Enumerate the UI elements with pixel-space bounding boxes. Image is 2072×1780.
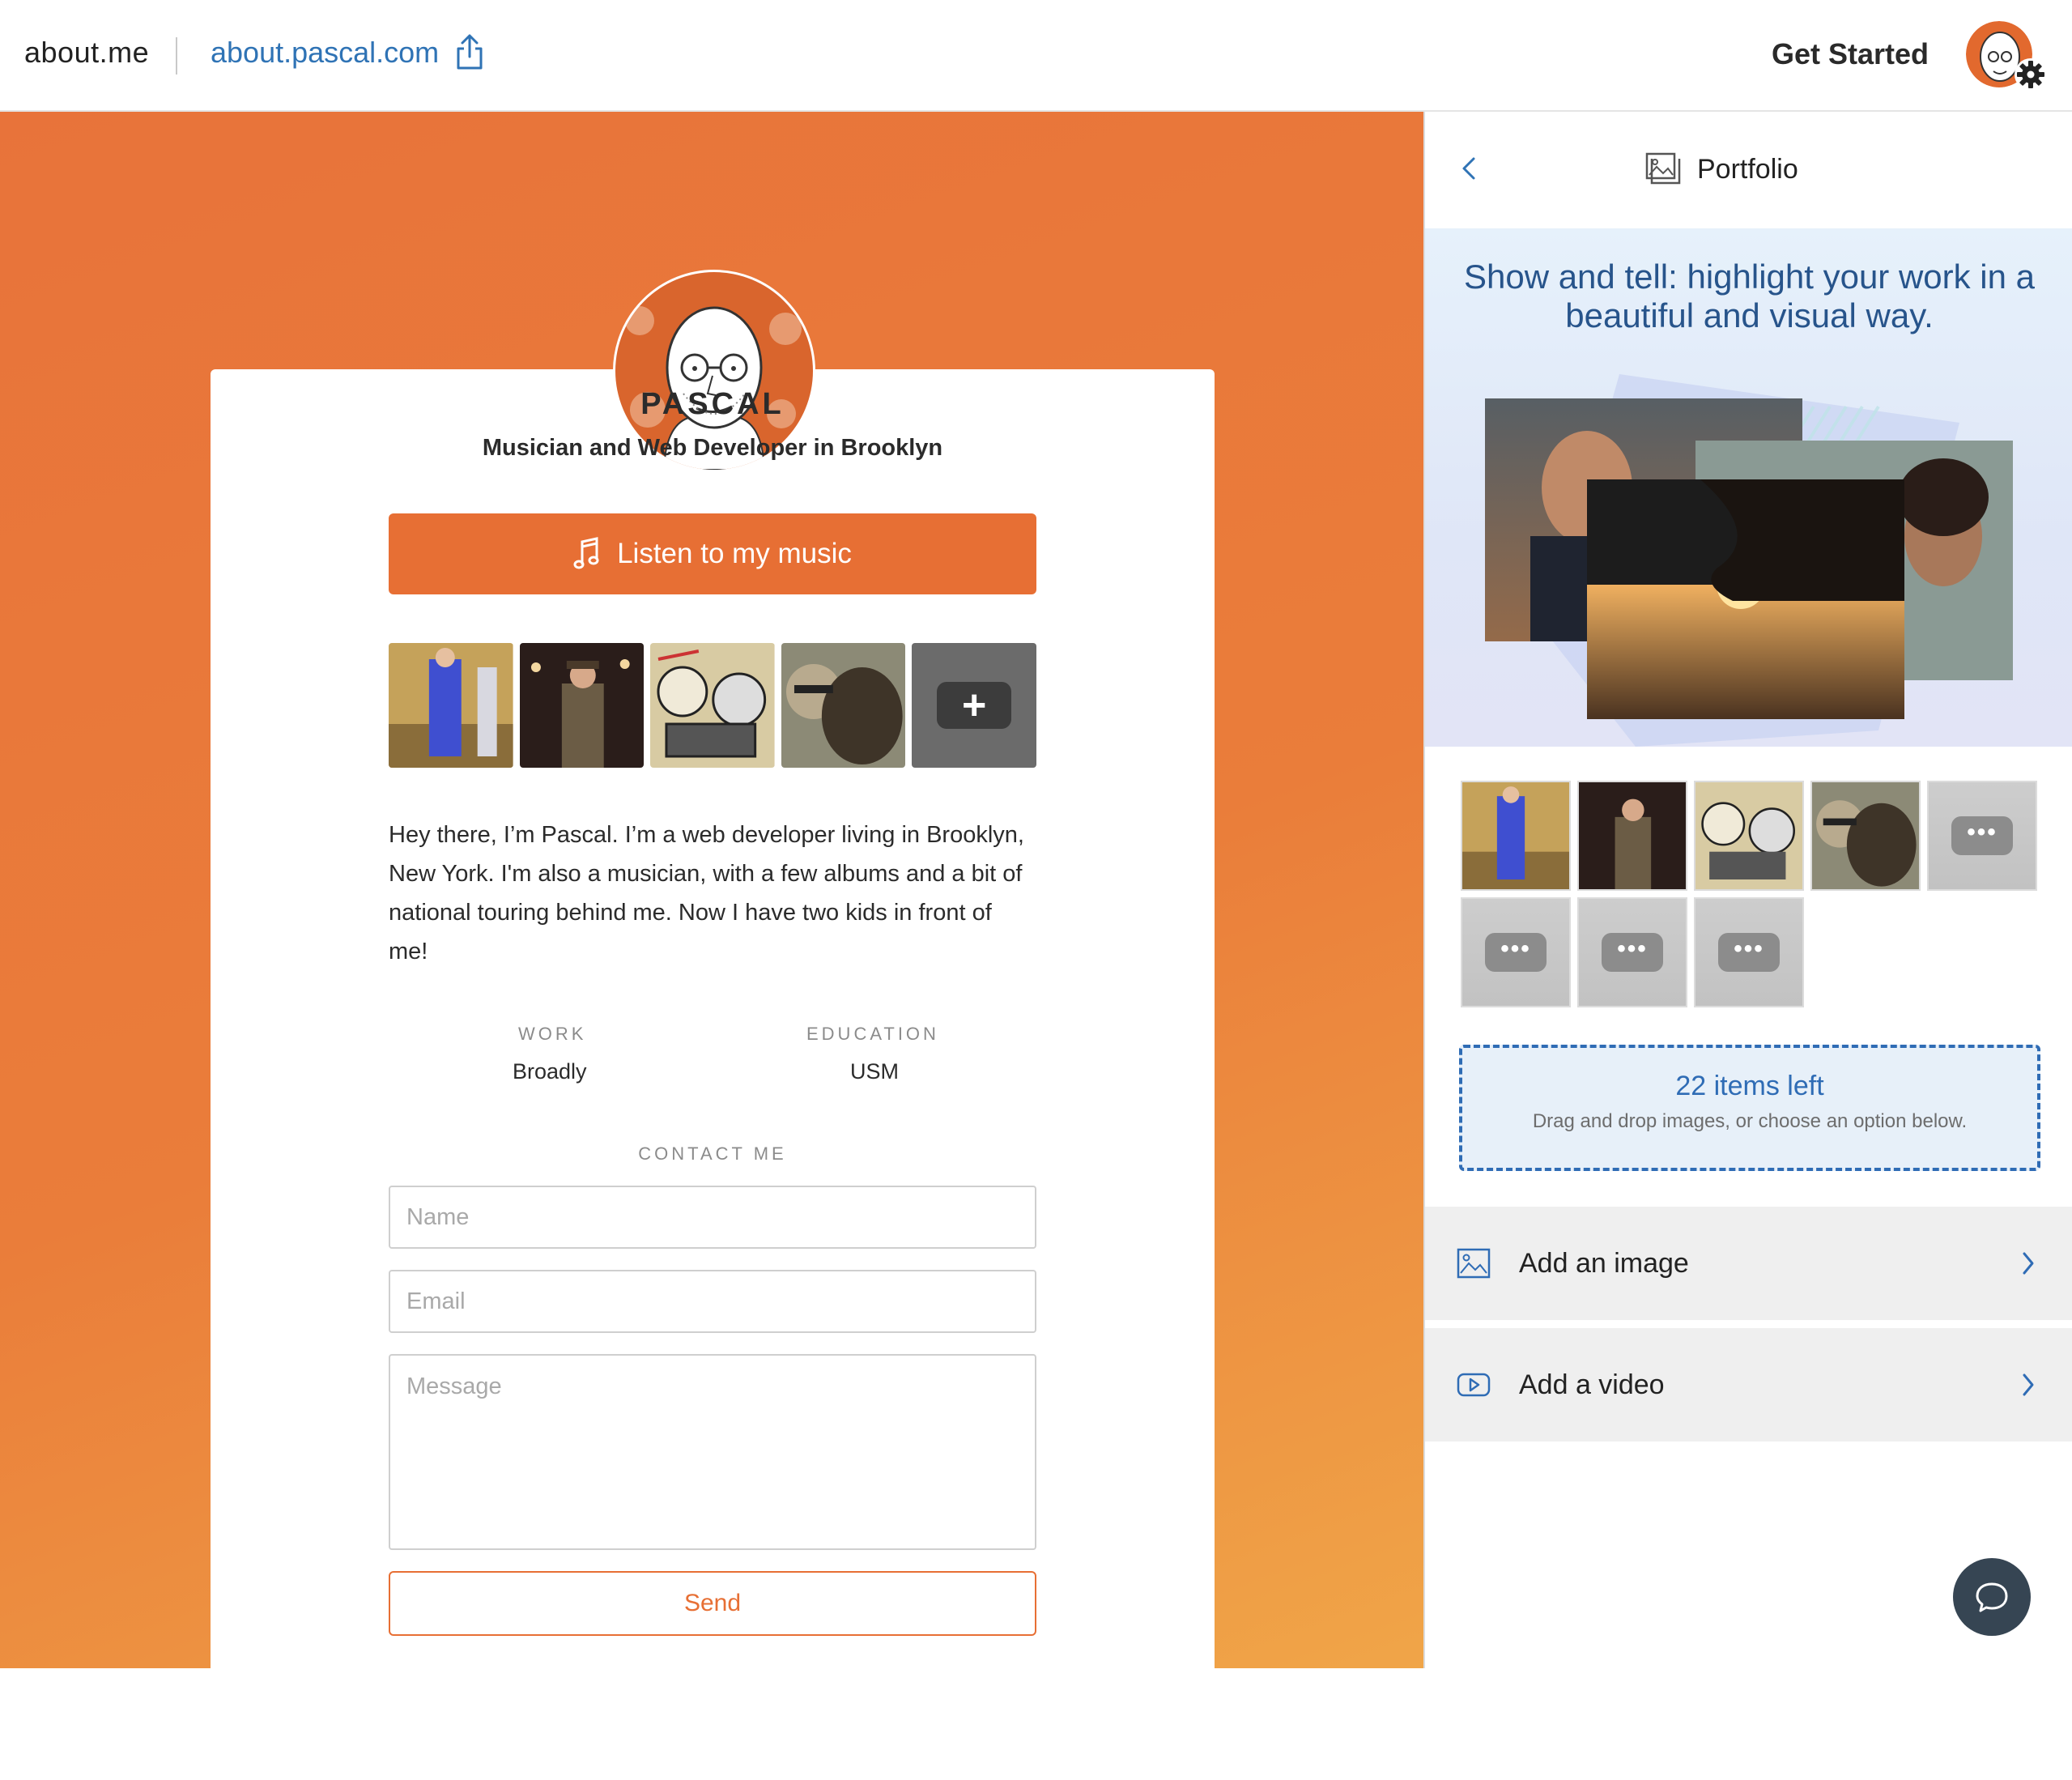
portfolio-placeholder-thumb[interactable]: ••• <box>1927 781 2037 891</box>
chevron-right-icon <box>2023 1373 2034 1396</box>
portfolio-placeholder-thumb[interactable]: ••• <box>1694 897 1804 1007</box>
add-video-label: Add a video <box>1519 1369 1665 1400</box>
education-value: USM <box>850 1059 899 1084</box>
share-icon[interactable] <box>453 32 486 71</box>
education-label: EDUCATION <box>806 1024 939 1044</box>
portfolio-placeholder-thumb[interactable]: ••• <box>1461 897 1571 1007</box>
portfolio-grid-thumb[interactable] <box>1461 781 1571 891</box>
chat-bubble-icon <box>1976 1582 2008 1612</box>
work-label: WORK <box>518 1024 587 1044</box>
profile-tagline: Musician and Web Developer in Brooklyn <box>482 435 943 461</box>
listen-music-label: Listen to my music <box>617 538 852 569</box>
drop-zone[interactable]: 22 items left Drag and drop images, or c… <box>1459 1045 2040 1171</box>
more-icon: ••• <box>1951 816 2013 855</box>
email-field[interactable] <box>389 1270 1036 1333</box>
music-note-icon <box>573 537 599 569</box>
more-icon: ••• <box>1602 933 1663 972</box>
drop-hint: Drag and drop images, or choose an optio… <box>1532 1110 1968 1132</box>
portfolio-strip: + <box>389 643 1036 768</box>
portfolio-grid-thumb[interactable] <box>1810 781 1921 891</box>
more-icon: ••• <box>1718 933 1780 972</box>
send-button[interactable]: Send <box>389 1571 1036 1636</box>
items-left-count: 22 items left <box>1675 1071 1824 1101</box>
image-icon <box>1457 1248 1491 1279</box>
portfolio-thumb[interactable] <box>519 643 645 768</box>
top-bar: about.me about.pascal.com Get Started <box>0 0 2072 112</box>
back-chevron-icon[interactable] <box>1457 152 1480 185</box>
profile-name: PASCAL <box>640 387 785 421</box>
listen-music-button[interactable]: Listen to my music <box>389 513 1036 594</box>
profile-bio: Hey there, I’m Pascal. I’m a web develop… <box>389 822 1024 965</box>
add-video-option[interactable]: Add a video <box>1425 1328 2072 1441</box>
divider <box>176 37 177 75</box>
hero-illustration <box>1485 374 2013 747</box>
plus-icon: + <box>937 682 1012 729</box>
message-field[interactable] <box>389 1354 1036 1550</box>
panel-header: Portfolio <box>1425 112 2072 228</box>
chevron-right-icon <box>2023 1252 2034 1275</box>
contact-label: CONTACT ME <box>638 1143 787 1164</box>
chat-support-button[interactable] <box>1953 1558 2031 1636</box>
portfolio-thumb[interactable] <box>650 643 775 768</box>
more-icon: ••• <box>1485 933 1547 972</box>
panel-title: Portfolio <box>1697 154 1798 185</box>
site-url-link[interactable]: about.pascal.com <box>211 36 439 70</box>
portfolio-grid-thumb[interactable] <box>1694 781 1804 891</box>
get-started-button[interactable]: Get Started <box>1772 37 1929 71</box>
name-field[interactable] <box>389 1186 1036 1249</box>
portfolio-thumb[interactable] <box>781 643 906 768</box>
portfolio-panel: Portfolio Show and tell: highlight your … <box>1423 112 2072 1668</box>
portfolio-placeholder-thumb[interactable]: ••• <box>1577 897 1687 1007</box>
portfolio-hero: Show and tell: highlight your work in a … <box>1425 228 2072 747</box>
portfolio-thumb[interactable] <box>389 643 513 768</box>
portfolio-grid-thumb[interactable] <box>1577 781 1687 891</box>
portfolio-icon <box>1645 152 1681 185</box>
add-image-option[interactable]: Add an image <box>1425 1207 2072 1320</box>
add-portfolio-item-button[interactable]: + <box>912 643 1036 768</box>
brand-logo[interactable]: about.me <box>24 36 149 70</box>
gear-icon[interactable] <box>2013 57 2049 92</box>
video-icon <box>1457 1373 1491 1397</box>
work-value: Broadly <box>513 1059 587 1084</box>
add-image-label: Add an image <box>1519 1247 1689 1279</box>
